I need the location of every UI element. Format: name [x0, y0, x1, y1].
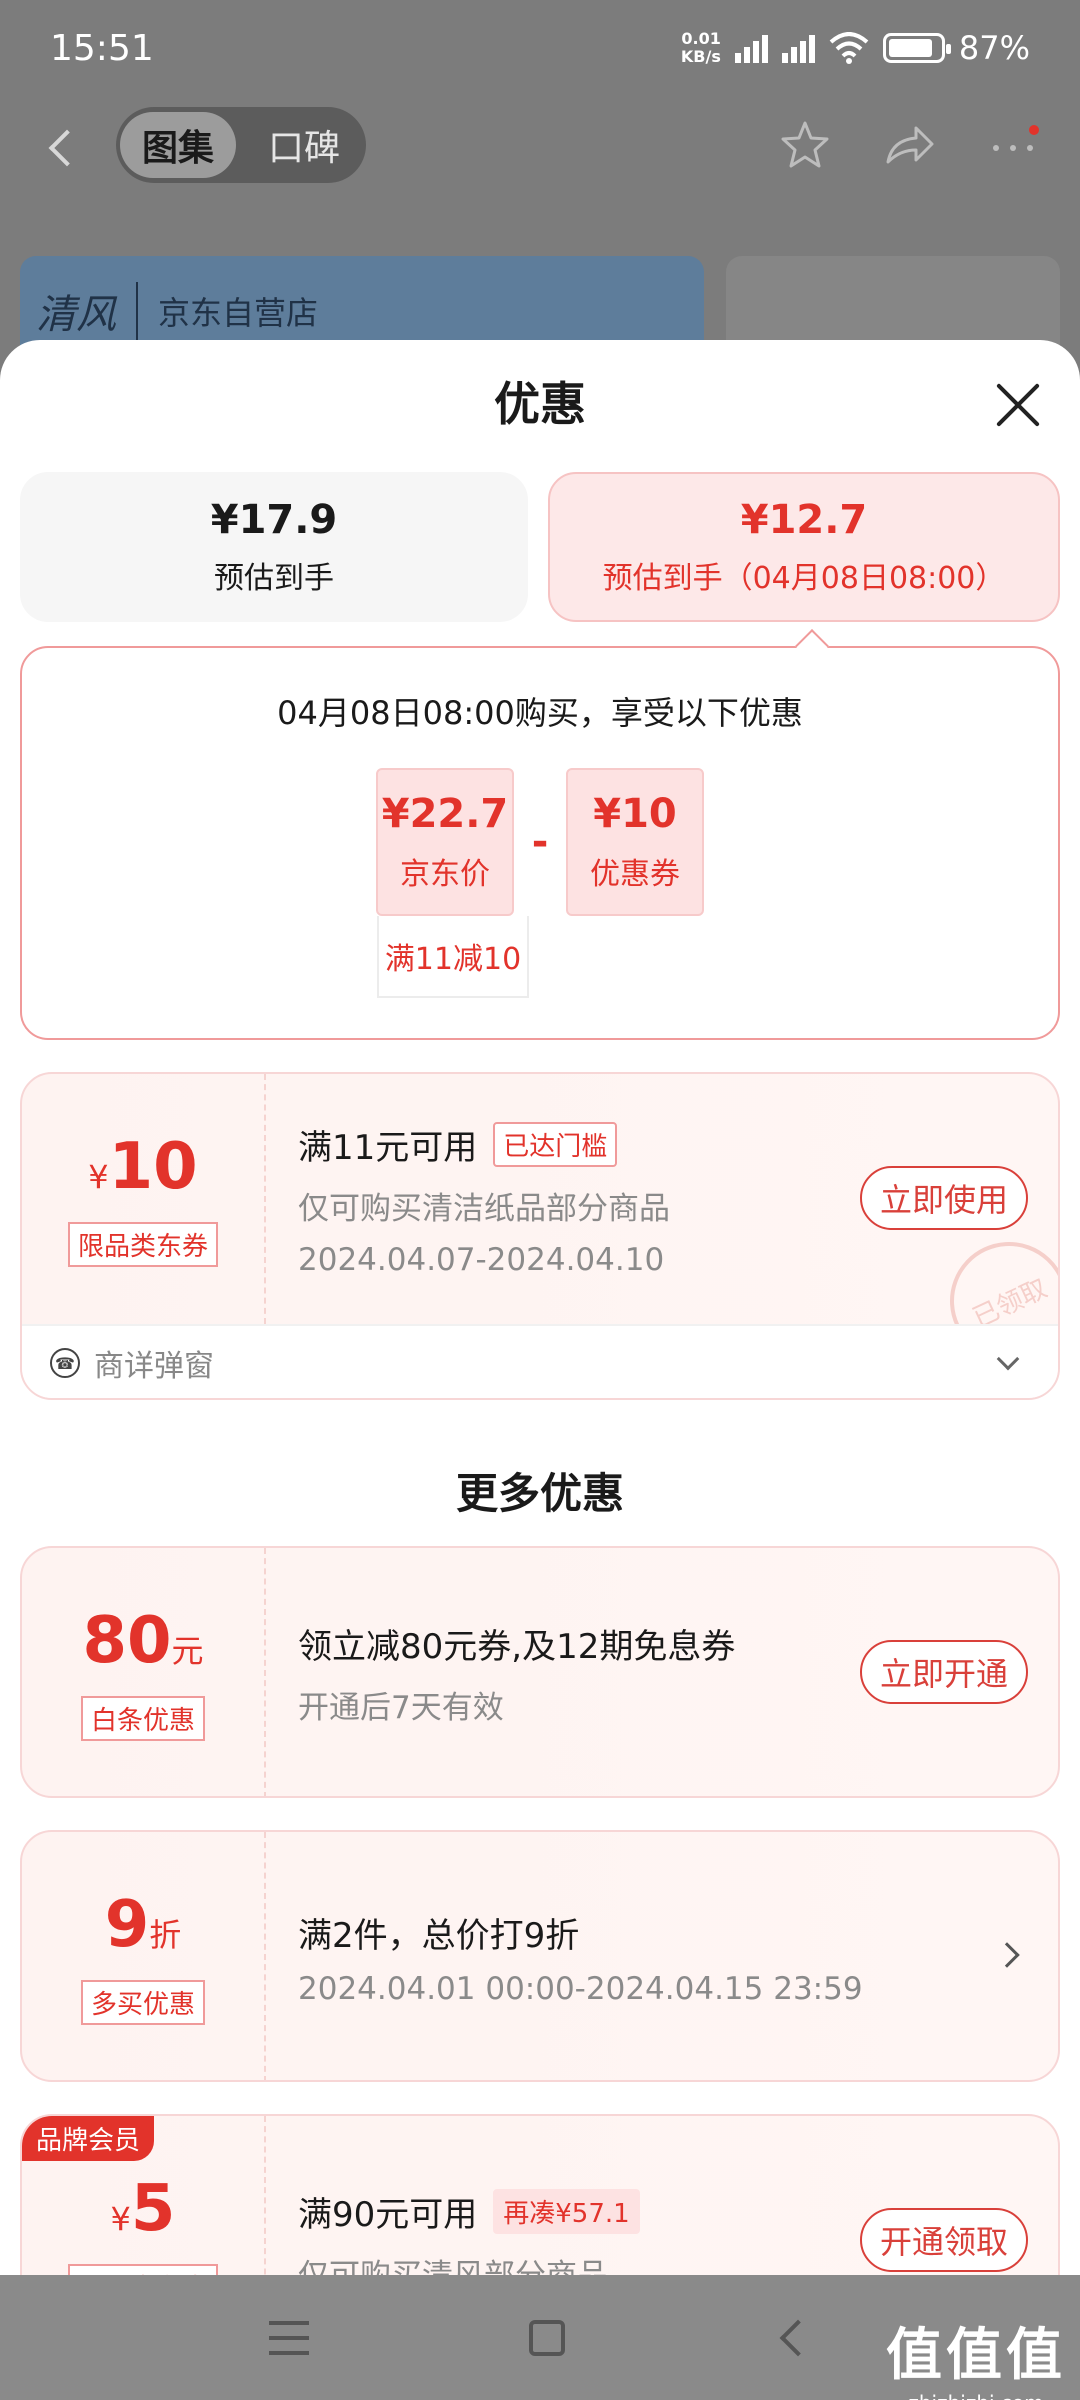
offer-title: 满90元可用 [298, 2195, 478, 2235]
coupon-type-tag: 限品类东券 [67, 1221, 218, 1267]
offer-desc: 2024.04.01 00:00-2024.04.15 23:59 [298, 1970, 863, 2007]
clock: 15:51 [50, 27, 154, 69]
signal-icon [734, 33, 768, 63]
coupon-desc: 仅可购买清洁纸品部分商品 [298, 1191, 670, 1227]
offer-title: 满2件，总价打9折 [298, 1915, 580, 1956]
offer-desc: 开通后7天有效 [298, 1690, 504, 1726]
offer-type-tag: 多买优惠 [80, 1979, 205, 2025]
jd-price-box: ¥22.7 京东价 [376, 768, 514, 916]
price-label: 预估到手（04月08日08:00） [602, 561, 1006, 596]
price-tabs: ¥17.9 预估到手 ¥12.7 预估到手（04月08日08:00） [20, 472, 1060, 622]
use-now-button[interactable]: 立即使用 [859, 1166, 1028, 1230]
battery-icon [882, 33, 951, 63]
close-icon[interactable] [994, 380, 1042, 428]
sheet-title: 优惠 [494, 377, 586, 431]
more-icon[interactable] [986, 118, 1040, 172]
coupon-footer[interactable]: ☎ 商详弹窗 [22, 1324, 1058, 1398]
offer-title: 领立减80元券,及12期免息券 [298, 1627, 736, 1667]
back-nav-icon[interactable] [779, 2319, 817, 2356]
price-tab-scheduled[interactable]: ¥12.7 预估到手（04月08日08:00） [548, 472, 1060, 622]
coupon-title: 满11元可用 [298, 1128, 478, 1168]
tab-gallery[interactable]: 图集 [120, 112, 237, 178]
offer-card-member: 品牌会员 ¥5 限品类东券 满90元可用再凑¥57.1 仅可购买清风部分商品 开… [20, 2114, 1060, 2275]
price-label: 预估到手 [214, 561, 334, 596]
star-icon[interactable] [778, 118, 832, 172]
price-amount: ¥12.7 [740, 497, 868, 543]
top-nav: 图集 口碑 [0, 100, 1080, 190]
back-icon[interactable] [40, 125, 80, 165]
footer-label: 商详弹窗 [94, 1349, 214, 1384]
offer-value: ¥5 [110, 2171, 176, 2246]
coupon-card: ¥10 限品类东券 满11元可用 已达门槛 仅可购买清洁纸品部分商品 2024.0… [20, 1072, 1060, 1400]
chevron-right-icon [994, 1942, 1020, 1968]
offer-type-tag: 白条优惠 [80, 1695, 205, 1741]
join-claim-button[interactable]: 开通领取 [859, 2208, 1028, 2272]
offer-value: 80元 [82, 1603, 204, 1678]
coupon-condition: 满11减10 [377, 916, 529, 998]
more-offers-title: 更多优惠 [455, 1469, 624, 1518]
offer-card-baitiao: 80元 白条优惠 领立减80元券,及12期免息券 开通后7天有效 立即开通 [20, 1546, 1060, 1798]
chevron-down-icon [996, 1347, 1020, 1371]
price-amount: ¥17.9 [210, 497, 338, 543]
gap-badge: 再凑¥57.1 [493, 2189, 640, 2234]
offer-card-multibuy[interactable]: 9折 多买优惠 满2件，总价打9折 2024.04.01 00:00-2024.… [20, 1830, 1060, 2082]
discount-sheet: 优惠 ¥17.9 预估到手 ¥12.7 预估到手（04月08日08:00） 04… [0, 340, 1080, 2275]
coupon-value: ¥10 [88, 1129, 198, 1204]
price-tab-now[interactable]: ¥17.9 预估到手 [20, 472, 528, 622]
watermark: 值值值 zhizhizhi.com [886, 2323, 1066, 2400]
threshold-badge: 已达门槛 [493, 1122, 618, 1167]
signal-icon [781, 33, 815, 63]
minus-sign: - [531, 819, 549, 865]
offer-type-tag: 限品类东券 [67, 2263, 218, 2275]
view-switch: 图集 口碑 [116, 107, 367, 183]
offer-value: 9折 [104, 1887, 182, 1962]
popup-icon: ☎ [50, 1348, 80, 1378]
home-icon[interactable] [529, 2319, 565, 2356]
activate-button[interactable]: 立即开通 [859, 1640, 1028, 1704]
share-icon[interactable] [882, 118, 936, 172]
offer-desc: 仅可购买清风部分商品 [298, 2250, 640, 2275]
store-name: 京东自营店 [158, 294, 319, 332]
breakdown-heading: 04月08日08:00购买，享受以下优惠 [277, 694, 803, 732]
coupon-box: ¥10 优惠券 [566, 768, 704, 916]
tab-reviews[interactable]: 口碑 [246, 112, 362, 178]
battery-level: 87% [958, 29, 1030, 67]
coupon-dates: 2024.04.07-2024.04.10 [298, 1242, 665, 1278]
price-breakdown: 04月08日08:00购买，享受以下优惠 ¥22.7 京东价 - ¥10 优惠券… [20, 629, 1060, 1040]
network-speed: 0.01 KB/s [680, 29, 721, 66]
wifi-icon [829, 32, 869, 64]
brand-logo: 清风 [36, 282, 138, 340]
menu-icon[interactable] [269, 2320, 309, 2355]
status-bar: 15:51 0.01 KB/s 87% [0, 0, 1080, 96]
